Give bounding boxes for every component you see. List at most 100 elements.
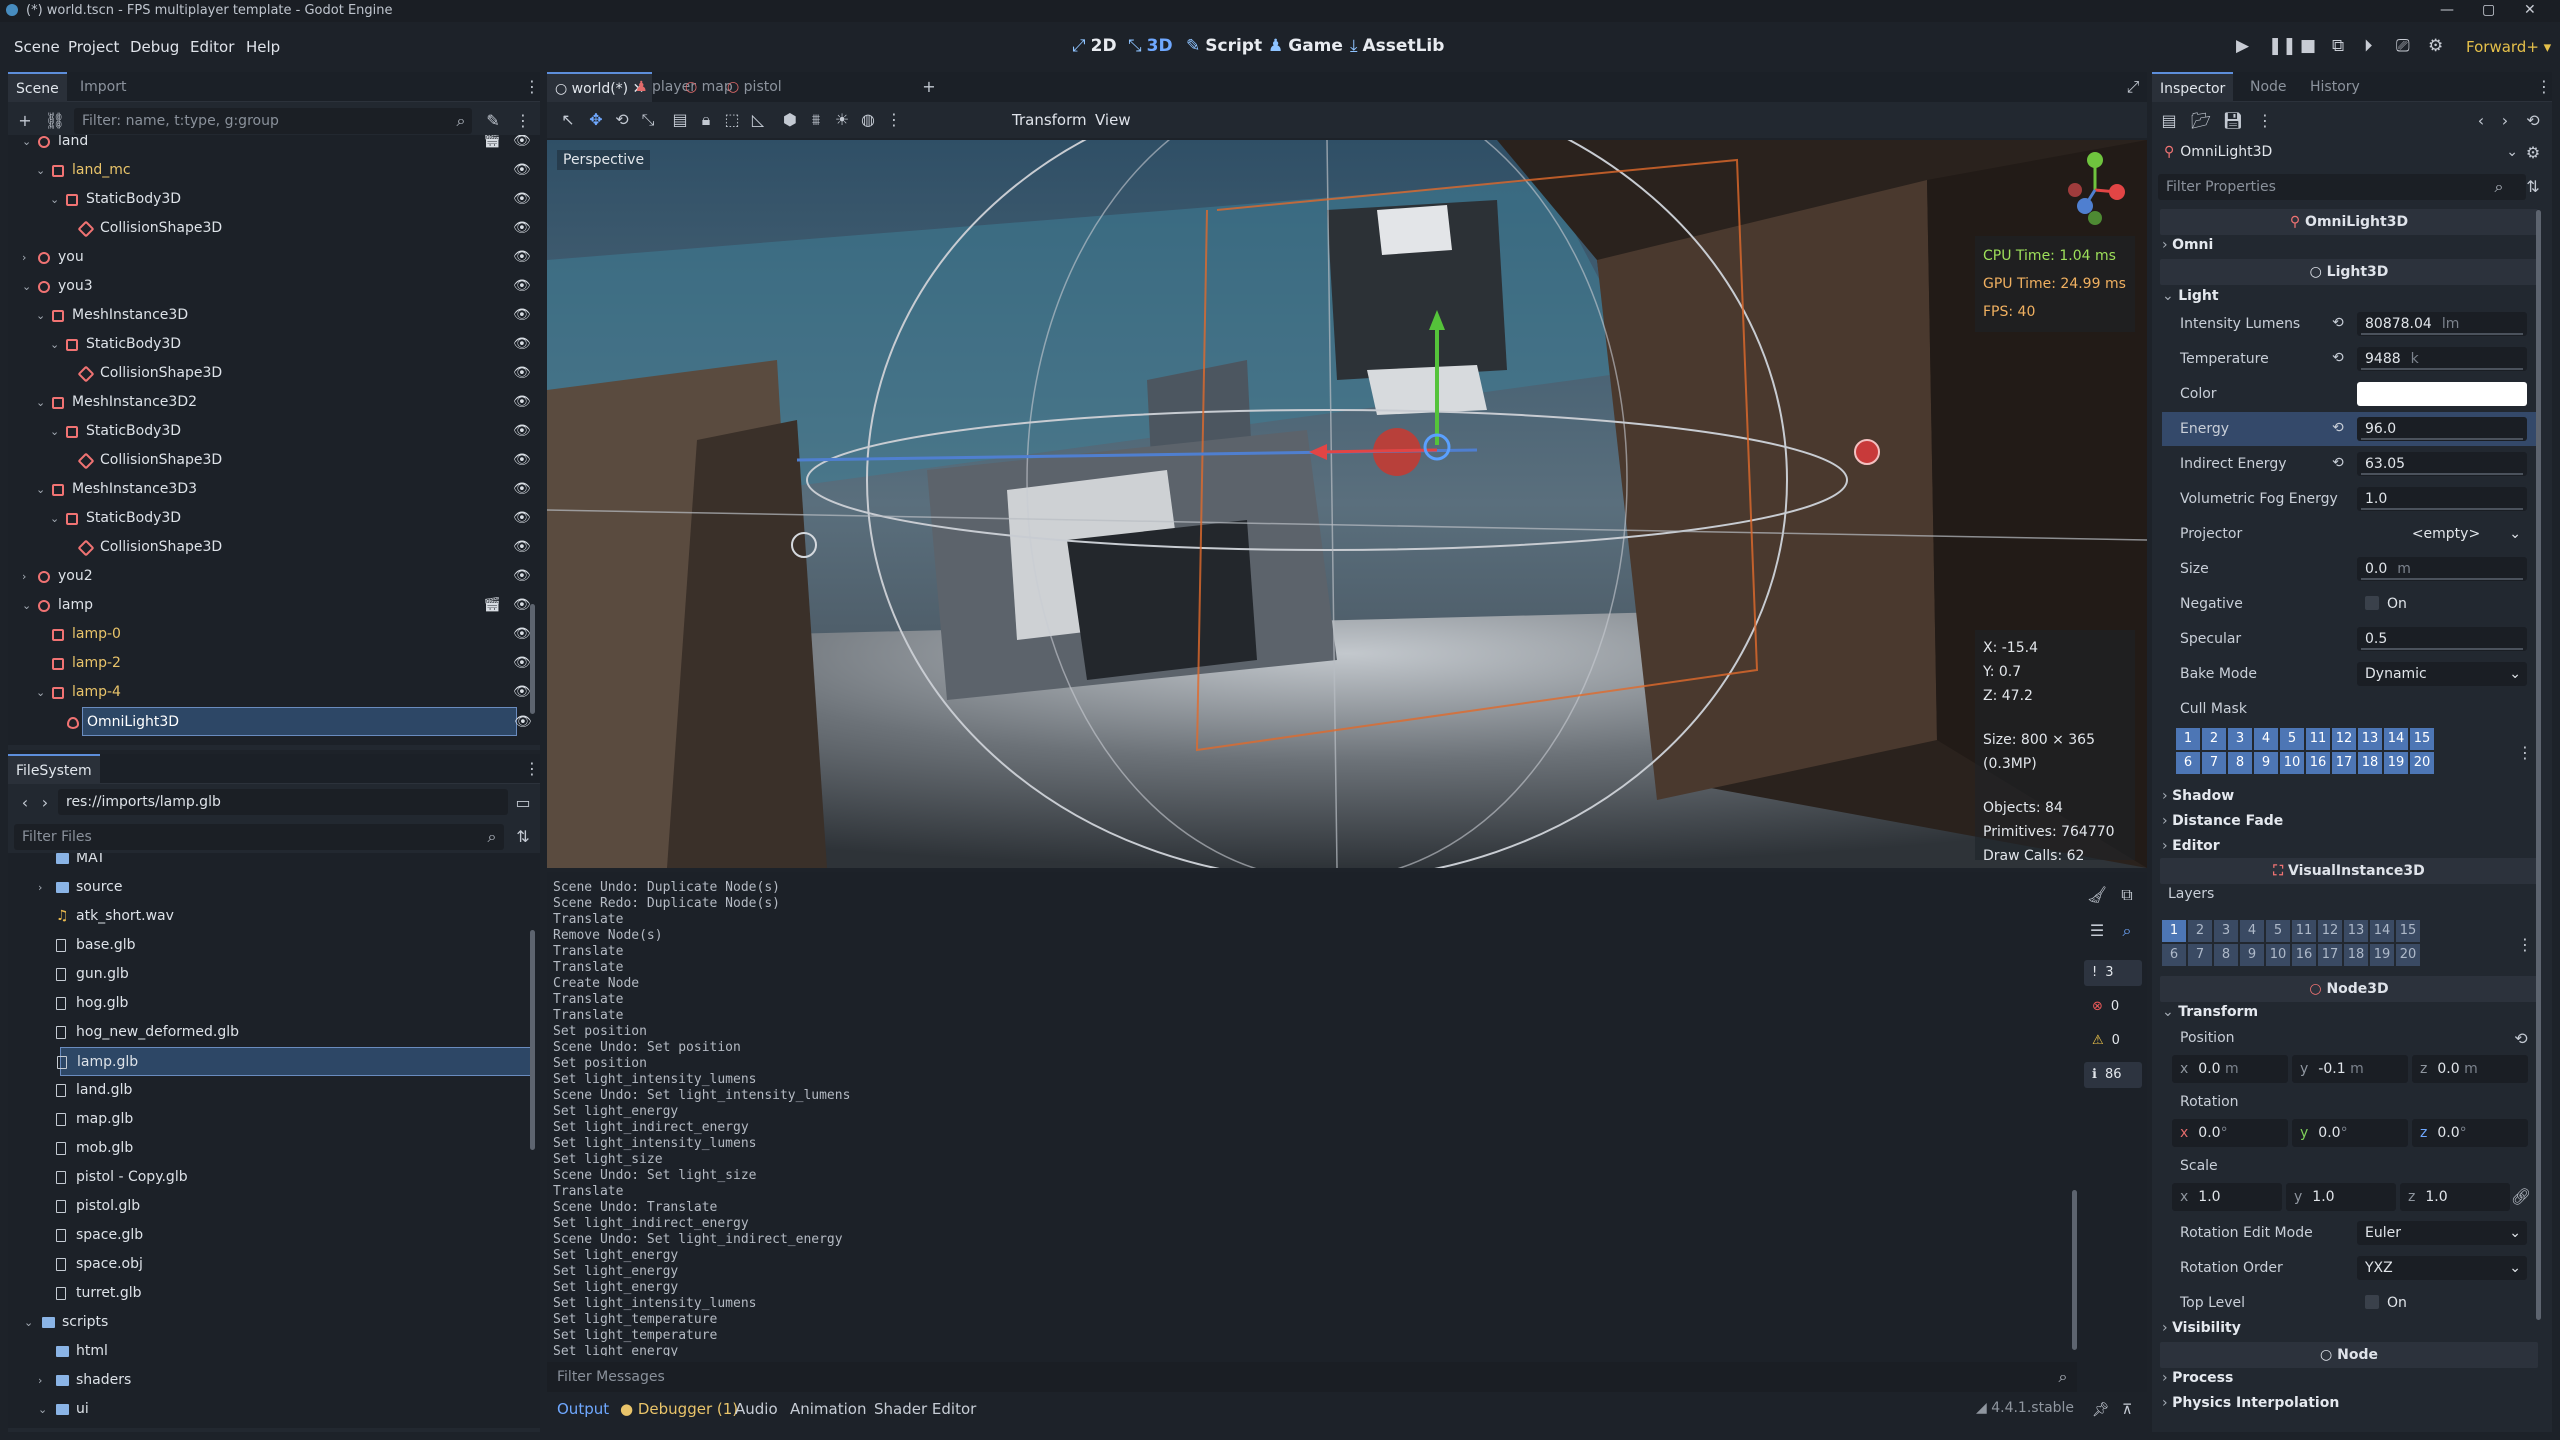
tree-node[interactable]: lamp-2 👁︎ [8, 649, 538, 678]
resource-menu-icon[interactable]: ⋮ [2254, 110, 2276, 132]
property-dropdown[interactable]: Euler ⌄ [2357, 1221, 2527, 1245]
file-item[interactable]: pistol - Copy.glb [8, 1163, 528, 1192]
visibility-eye-icon[interactable]: 👁︎ [514, 708, 532, 737]
pin-icon[interactable]: 📌︎ [2092, 1402, 2110, 1418]
tree-node[interactable]: ⌄ MeshInstance3D 👁︎ [8, 301, 538, 330]
tree-node[interactable]: OmniLight3D 👁︎ [67, 707, 532, 736]
reset-property-icon[interactable]: ⟲ [2332, 315, 2344, 331]
scale-y-field[interactable]: y 1.0 [2286, 1183, 2396, 1211]
inspector-dock-menu-icon[interactable]: ⋮ [2536, 76, 2552, 98]
ruler-icon[interactable]: ◺ [747, 109, 769, 131]
layer-bit[interactable]: 11 [2306, 728, 2330, 750]
view-gizmo[interactable] [2055, 148, 2135, 228]
file-item[interactable]: turret.glb [8, 1279, 528, 1308]
tree-node[interactable]: CollisionShape3D 👁︎ [8, 214, 538, 243]
chevron-down-icon[interactable]: ⌄ [50, 185, 59, 214]
transform-menu[interactable]: Transform [1012, 111, 1087, 129]
move-mode-icon[interactable]: ✥ [585, 109, 607, 131]
property-value-field[interactable]: 1.0 [2357, 487, 2527, 511]
load-resource-icon[interactable]: 📂︎ [2190, 110, 2212, 132]
workspace-assetlib[interactable]: ⤓ AssetLib [1350, 36, 1444, 56]
info-filter-button[interactable]: ℹ 86 [2084, 1062, 2142, 1088]
property-value-field[interactable]: 96.0 [2357, 417, 2527, 441]
value-slider-track[interactable] [2361, 578, 2523, 580]
minimize-icon[interactable]: — [2440, 2, 2454, 18]
reset-position-icon[interactable]: ⟲ [2510, 1028, 2532, 1050]
chevron-down-icon[interactable]: ⌄ [36, 388, 45, 417]
property-value-field[interactable]: 63.05 [2357, 452, 2527, 476]
layers-menu-icon[interactable]: ⋮ [2514, 934, 2536, 956]
group-icon[interactable]: ⬚ [721, 109, 743, 131]
layers-grid[interactable]: 1 2 3 4 5 11 12 13 14 15 6 7 8 9 10 16 17 18 19 20 [2162, 920, 2420, 966]
visibility-eye-icon[interactable]: 👁︎ [513, 301, 531, 330]
value-slider-track[interactable] [2361, 438, 2523, 440]
layer-bit[interactable]: 18 [2358, 752, 2382, 774]
layer-bit[interactable]: 3 [2214, 920, 2238, 942]
layer-bit[interactable]: 19 [2370, 944, 2394, 966]
save-resource-icon[interactable]: 💾︎ [2222, 110, 2244, 132]
warning-filter-button[interactable]: ⚠ 0 [2084, 1028, 2142, 1054]
split-view-icon[interactable]: ▭ [512, 792, 534, 814]
play-custom-scene-icon[interactable]: ⎚ [2396, 36, 2410, 56]
layer-bit[interactable]: 6 [2176, 752, 2200, 774]
tree-node[interactable]: ⌄ land_mc 👁︎ [8, 156, 538, 185]
output-filter-input[interactable]: Filter Messages [547, 1362, 2077, 1392]
rotation-z-field[interactable]: z 0.0° [2412, 1119, 2528, 1147]
file-item[interactable]: ⌄ ui [8, 1395, 528, 1424]
layer-bit[interactable]: 3 [2228, 728, 2252, 750]
property-dropdown[interactable]: Dynamic ⌄ [2357, 662, 2527, 686]
layer-bit[interactable]: 12 [2332, 728, 2356, 750]
chevron-down-icon[interactable]: ⌄ [50, 504, 59, 533]
collapse-icon[interactable]: ☰ [2086, 920, 2108, 942]
history-forward-icon[interactable]: › [2494, 110, 2516, 132]
scene-tree[interactable]: ⌄ land 🎬︎ 👁︎ ⌄ land_mc 👁︎ ⌄ StaticBody3D 👁︎ Collis… [8, 135, 540, 745]
tab-debugger[interactable]: ● Debugger (1) [620, 1400, 738, 1418]
layer-bit[interactable]: 2 [2202, 728, 2226, 750]
tree-node[interactable]: CollisionShape3D 👁︎ [8, 446, 538, 475]
section-transform[interactable]: ⌄ Transform [2162, 1004, 2258, 1030]
layer-bit[interactable]: 17 [2332, 752, 2356, 774]
renderer-select[interactable]: Forward+ ▾ [2466, 38, 2551, 56]
tab-audio[interactable]: Audio [735, 1400, 778, 1418]
layer-bit[interactable]: 10 [2266, 944, 2290, 966]
reset-property-icon[interactable]: ⟲ [2332, 455, 2344, 471]
layer-bit[interactable]: 14 [2384, 728, 2408, 750]
chevron-down-icon[interactable]: ⌄ [50, 330, 59, 359]
file-tree-scrollbar[interactable] [530, 930, 535, 1150]
scale-mode-icon[interactable]: ⤡ [637, 109, 659, 131]
scale-z-field[interactable]: z 1.0 [2400, 1183, 2510, 1211]
section-distance-fade[interactable]: › Distance Fade [2162, 813, 2283, 839]
color-picker-button[interactable] [2357, 382, 2527, 406]
output-scrollbar[interactable] [2072, 1190, 2077, 1350]
forward-icon[interactable]: › [34, 792, 56, 814]
visibility-eye-icon[interactable]: 👁︎ [513, 272, 531, 301]
tree-node[interactable]: ⌄ MeshInstance3D2 👁︎ [8, 388, 538, 417]
workspace-3d[interactable]: ⤡ 3D [1128, 36, 1173, 56]
menu-help[interactable]: Help [246, 38, 280, 56]
chevron-down-icon[interactable]: ⌄ [38, 1395, 47, 1424]
layer-bit[interactable]: 1 [2162, 920, 2186, 942]
file-item[interactable]: pistol.glb [8, 1192, 528, 1221]
tab-animation[interactable]: Animation [790, 1400, 866, 1418]
tree-node[interactable]: ⌄ StaticBody3D 👁︎ [8, 185, 538, 214]
tab-import[interactable]: Import [72, 72, 134, 102]
file-item[interactable]: › shaders [8, 1366, 528, 1395]
chevron-down-icon[interactable]: ⌄ [36, 475, 45, 504]
tree-node[interactable]: › you2 👁︎ [8, 562, 538, 591]
tree-node[interactable]: ⌄ lamp-4 👁︎ [8, 678, 538, 707]
node-selector[interactable]: ⚲ OmniLight3D ⌄ [2158, 138, 2518, 166]
scale-x-field[interactable]: x 1.0 [2172, 1183, 2282, 1211]
layer-bit[interactable]: 7 [2188, 944, 2212, 966]
copy-output-icon[interactable]: ⧉ [2116, 884, 2138, 906]
position-z-field[interactable]: z 0.0 m [2412, 1055, 2528, 1083]
instance-scene-icon[interactable]: ⛓ [44, 110, 66, 132]
section-process[interactable]: › Process [2162, 1370, 2233, 1396]
file-item[interactable]: ⌄ scripts [8, 1308, 528, 1337]
view-menu[interactable]: View [1095, 111, 1131, 129]
filter-properties-input[interactable]: Filter Properties [2158, 174, 2526, 200]
layer-bit[interactable]: 2 [2188, 920, 2212, 942]
scene-tree-scrollbar[interactable] [530, 604, 535, 714]
back-icon[interactable]: ‹ [14, 792, 36, 814]
property-value-field[interactable]: 0.0 m [2357, 557, 2527, 581]
layer-bit[interactable]: 4 [2240, 920, 2264, 942]
